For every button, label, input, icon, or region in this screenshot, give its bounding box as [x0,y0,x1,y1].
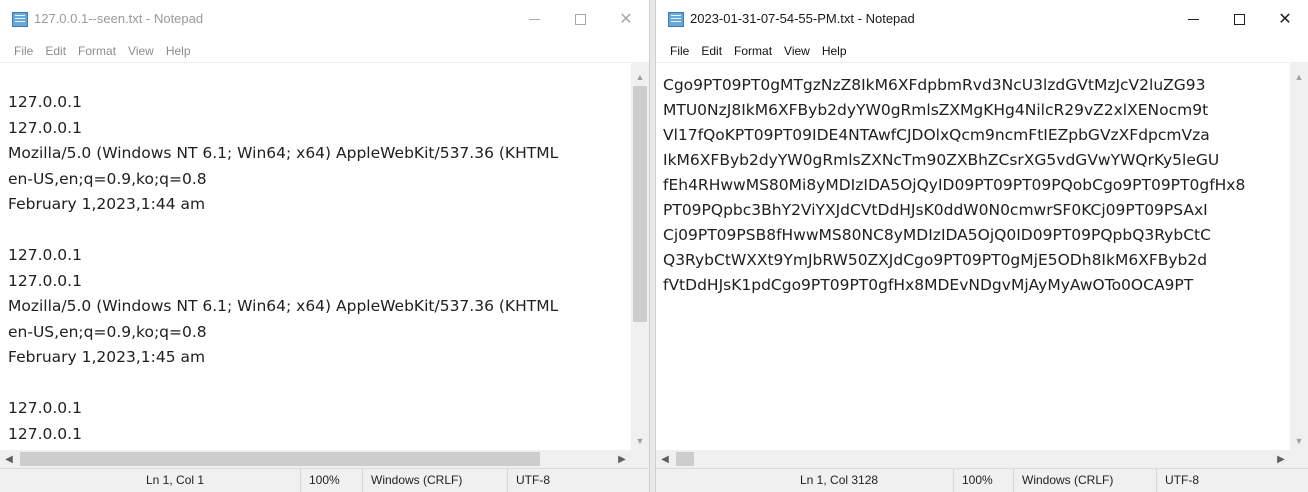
chevron-left-icon[interactable]: ◀ [0,450,18,468]
notepad-window-left: 127.0.0.1--seen.txt - Notepad ✕ File Edi… [0,0,650,492]
menu-bar: File Edit Format View Help [656,40,1308,62]
line-ending: Windows (CRLF) [1013,469,1113,492]
vertical-scrollbar[interactable]: ▲ ▼ [1290,62,1308,450]
horizontal-scroll-thumb[interactable] [20,452,540,466]
horizontal-scroll-thumb[interactable] [676,452,694,466]
text-line: 127.0.0.1 [8,93,82,111]
status-bar: Ln 1, Col 1 100% Windows (CRLF) UTF-8 [0,468,649,492]
text-line: Cj09PT09PSB8fHwwMS80NC8yMDIzIDA5OjQ0ID09… [663,226,1211,244]
text-line: 127.0.0.1 [8,118,82,137]
vertical-scrollbar[interactable]: ▲ ▼ [631,62,649,450]
close-button[interactable]: ✕ [1262,0,1308,38]
menu-bar: File Edit Format View Help [0,40,649,62]
maximize-icon [1233,13,1245,25]
text-line: MTU0NzJ8IkM6XFByb2dyYW0gRmlsZXMgKHg4Nilc… [663,101,1209,119]
text-line: en-US,en;q=0.9,ko;q=0.8 [8,322,207,341]
close-icon: ✕ [1278,11,1292,28]
close-icon: ✕ [619,11,633,28]
vertical-scroll-thumb[interactable] [633,86,647,322]
text-line: PT09PQpbc3BhY2ViYXJdCVtDdHJsK0ddW0N0cmwr… [663,201,1208,219]
notepad-icon [668,12,684,27]
chevron-up-icon[interactable]: ▲ [1290,68,1308,86]
scroll-corner [1290,450,1308,468]
text-editor[interactable]: Cgo9PT09PT0gMTgzNzZ8IkM6XFdpbmRvd3NcU3lz… [656,62,1290,450]
title-bar[interactable]: 127.0.0.1--seen.txt - Notepad ✕ [0,0,649,38]
line-ending: Windows (CRLF) [362,469,462,492]
text-line: en-US,en;q=0.9,ko;q=0.8 [8,169,207,188]
text-line: February 1,2023,1:45 am [8,348,206,366]
title-bar[interactable]: 2023-01-31-07-54-55-PM.txt - Notepad ✕ [656,0,1308,38]
maximize-button[interactable] [1216,0,1262,38]
menu-view[interactable]: View [122,44,160,58]
close-button[interactable]: ✕ [603,0,649,38]
menu-edit[interactable]: Edit [695,44,728,58]
chevron-down-icon[interactable]: ▼ [631,432,649,450]
encoding: UTF-8 [507,469,550,492]
minimize-icon [528,18,540,20]
menu-file[interactable]: File [664,44,695,58]
text-line: fVtDdHJsK1pdCgo9PT09PT0gfHx8MDEvNDgvMjAy… [663,276,1194,294]
chevron-left-icon[interactable]: ◀ [656,450,674,468]
chevron-up-icon[interactable]: ▲ [631,68,649,86]
zoom-level: 100% [300,469,340,492]
text-editor[interactable]: 127.0.0.1 127.0.0.1 Mozilla/5.0 (Windows… [0,62,631,450]
notepad-window-right: 2023-01-31-07-54-55-PM.txt - Notepad ✕ F… [655,0,1308,492]
scroll-corner [631,450,649,468]
window-title: 127.0.0.1--seen.txt - Notepad [34,11,204,26]
text-line: Mozilla/5.0 (Windows NT 6.1; Win64; x64)… [8,144,559,162]
text-line: 127.0.0.1 [8,424,82,443]
text-line: fEh4RHwwMS80Mi8yMDIzIDA5OjQyID09PT09PT09… [663,176,1246,194]
chevron-right-icon[interactable]: ▶ [613,450,631,468]
notepad-icon [12,12,28,27]
cursor-position: Ln 1, Col 3128 [800,473,879,487]
maximize-button[interactable] [557,0,603,38]
menu-format[interactable]: Format [728,44,778,58]
minimize-icon [1187,18,1199,20]
text-line [8,218,631,244]
minimize-button[interactable] [1170,0,1216,38]
cursor-position: Ln 1, Col 1 [146,473,205,487]
text-line: 127.0.0.1 [8,399,82,417]
menu-view[interactable]: View [778,44,816,58]
maximize-icon [574,13,586,25]
text-line: 127.0.0.1 [8,246,82,264]
window-title: 2023-01-31-07-54-55-PM.txt - Notepad [690,11,915,26]
encoding: UTF-8 [1156,469,1199,492]
text-line: Vl17fQoKPT09PT09IDE4NTAwfCJDOlxQcm9ncmFt… [663,126,1210,144]
text-line: Cgo9PT09PT0gMTgzNzZ8IkM6XFdpbmRvd3NcU3lz… [663,76,1206,94]
menu-edit[interactable]: Edit [39,44,72,58]
text-line: February 1,2023,1:44 am [8,195,206,213]
zoom-level: 100% [953,469,993,492]
text-line: IkM6XFByb2dyYW0gRmlsZXNcTm90ZXBhZCsrXG5v… [663,151,1220,169]
chevron-right-icon[interactable]: ▶ [1272,450,1290,468]
text-line: Q3RybCtWXXt9YmJbRW50ZXJdCgo9PT09PT0gMjE5… [663,251,1208,269]
menu-file[interactable]: File [8,44,39,58]
status-bar: Ln 1, Col 3128 100% Windows (CRLF) UTF-8 [656,468,1308,492]
chevron-down-icon[interactable]: ▼ [1290,432,1308,450]
text-line: 127.0.0.1 [8,271,82,290]
menu-help[interactable]: Help [160,44,197,58]
minimize-button[interactable] [511,0,557,38]
text-line [8,371,631,397]
menu-format[interactable]: Format [72,44,122,58]
horizontal-scrollbar[interactable]: ◀ ▶ [656,450,1290,468]
text-line: Mozilla/5.0 (Windows NT 6.1; Win64; x64)… [8,297,559,315]
menu-help[interactable]: Help [816,44,853,58]
horizontal-scrollbar[interactable]: ◀ ▶ [0,450,631,468]
